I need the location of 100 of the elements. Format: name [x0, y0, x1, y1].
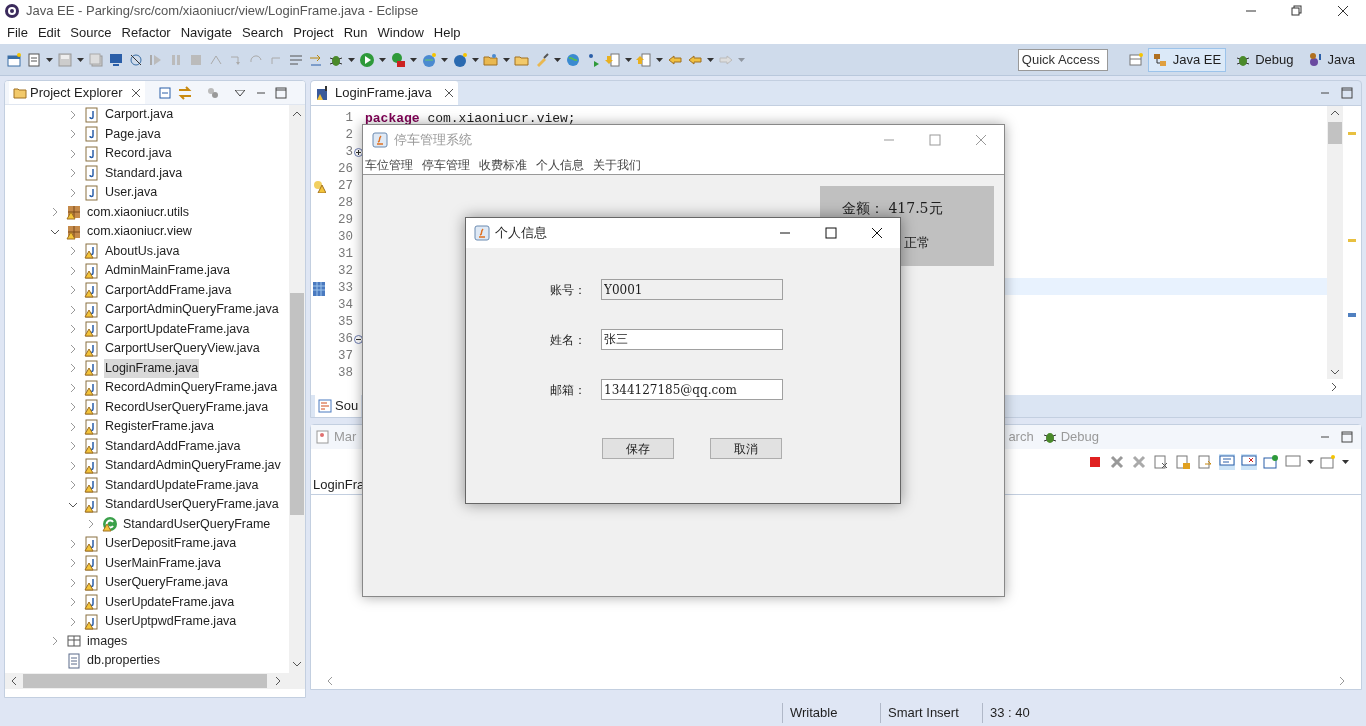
menu-item[interactable]: 车位管理	[365, 155, 413, 174]
scroll-up-icon[interactable]	[292, 109, 302, 119]
tree-item[interactable]: com.xiaoniucr.utils	[86, 202, 191, 222]
tree-item[interactable]: StandardUserQueryFrame.java	[104, 495, 280, 515]
tree-item[interactable]: CarportAdminQueryFrame.java	[104, 300, 280, 320]
remove-all-icon[interactable]	[1131, 454, 1147, 470]
perspective-button[interactable]: Java EE	[1147, 47, 1227, 72]
open-perspective-icon[interactable]	[1127, 51, 1144, 68]
scroll-right-icon[interactable]	[1329, 382, 1339, 392]
dropdown-arrow-icon[interactable]	[410, 57, 417, 62]
scroll-left-icon[interactable]	[9, 676, 19, 686]
close-icon[interactable]	[1335, 3, 1351, 19]
scrollbar-thumb[interactable]	[290, 293, 304, 515]
tree-item[interactable]: StandardUserQueryFrame	[122, 514, 272, 534]
tree-item[interactable]: StandardAdminQueryFrame.jav	[104, 456, 282, 476]
dropdown-arrow-icon[interactable]	[348, 57, 355, 62]
maximize-icon[interactable]	[1341, 87, 1353, 99]
scroll-up-icon[interactable]	[1330, 108, 1340, 118]
dropdown-arrow-icon[interactable]	[554, 57, 561, 62]
tree-item[interactable]: UserUpdateFrame.java	[104, 592, 236, 612]
link-editor-icon[interactable]	[177, 84, 194, 101]
menu-item[interactable]: 停车管理	[422, 155, 470, 174]
clear-console-icon[interactable]	[1153, 454, 1169, 470]
dropdown-arrow-icon[interactable]	[503, 57, 510, 62]
scrollbar-thumb[interactable]	[1328, 122, 1342, 144]
menu-item[interactable]: File	[2, 23, 33, 43]
scrollbar-thumb[interactable]	[23, 674, 267, 688]
dropdown-arrow-icon[interactable]	[1342, 460, 1349, 464]
dropdown-arrow-icon[interactable]	[46, 57, 53, 62]
terminate-icon[interactable]	[1087, 454, 1103, 470]
vertical-scrollbar[interactable]	[1327, 106, 1343, 379]
tree-item[interactable]: UserDepositFrame.java	[104, 534, 238, 554]
scroll-down-icon[interactable]	[292, 659, 302, 669]
tree-item[interactable]: Standard.java	[104, 163, 184, 183]
tree-item[interactable]: StandardAddFrame.java	[104, 436, 242, 456]
dropdown-arrow-icon[interactable]	[625, 57, 632, 62]
tree-item[interactable]: CarportUpdateFrame.java	[104, 319, 251, 339]
perspective-button[interactable]: Java	[1302, 47, 1360, 72]
scroll-left-icon[interactable]	[325, 676, 335, 686]
new-window-icon[interactable]	[6, 51, 22, 68]
tree-item[interactable]: CarportAddFrame.java	[104, 280, 233, 300]
dropdown-arrow-icon[interactable]	[77, 57, 84, 62]
perspective-button[interactable]: Debug	[1230, 47, 1299, 72]
text-field[interactable]: 1344127185@qq.com	[601, 379, 783, 400]
view-tab[interactable]: Project Explorer	[9, 81, 146, 104]
tree-item[interactable]: com.xiaoniucr.view	[86, 222, 193, 242]
dropdown-arrow-icon[interactable]	[656, 57, 663, 62]
menu-item[interactable]: 关于我们	[593, 155, 641, 174]
tree-item[interactable]: User.java	[104, 183, 159, 203]
dropdown-arrow-icon[interactable]	[472, 57, 479, 62]
tree-item[interactable]: LoginFrame.java	[104, 358, 200, 378]
menu-item[interactable]: 个人信息	[536, 155, 584, 174]
menu-item[interactable]: Help	[428, 23, 466, 43]
menu-item[interactable]: Project	[288, 23, 339, 43]
editor-tab[interactable]: LoginFrame.java	[311, 81, 458, 105]
dropdown-arrow-icon[interactable]	[1307, 460, 1314, 464]
horizontal-scrollbar[interactable]	[5, 673, 305, 689]
collapse-fold-icon[interactable]	[354, 335, 363, 344]
menu-item[interactable]: Navigate	[175, 23, 237, 43]
menu-item[interactable]: Refactor	[116, 23, 176, 43]
skip-breakpoints-icon[interactable]	[128, 51, 144, 68]
tree-item[interactable]: StandardUpdateFrame.java	[104, 475, 260, 495]
tree-item[interactable]: AdminMainFrame.java	[104, 261, 232, 281]
tree-item[interactable]: Carport.java	[104, 105, 175, 125]
tree-item[interactable]: UserQueryFrame.java	[104, 573, 229, 593]
text-field[interactable]: 张三	[601, 329, 783, 350]
quick-access-field[interactable]: Quick Access	[1017, 48, 1108, 71]
new-console-icon[interactable]	[1320, 454, 1336, 470]
maximize-icon[interactable]	[823, 225, 839, 241]
service-icon[interactable]	[452, 51, 468, 68]
vertical-scrollbar[interactable]	[289, 105, 305, 673]
tree-item[interactable]: UserMainFrame.java	[104, 553, 222, 573]
dialog-button[interactable]: 取消	[710, 438, 782, 459]
tree-item[interactable]: images	[86, 631, 129, 651]
tree-item[interactable]: AboutUs.java	[104, 241, 181, 261]
tree-item[interactable]: RegisterFrame.java	[104, 417, 216, 437]
tree-item[interactable]: RecordUserQueryFrame.java	[104, 397, 270, 417]
close-icon[interactable]	[131, 87, 142, 98]
run-icon[interactable]	[359, 51, 375, 68]
remove-icon[interactable]	[1109, 454, 1125, 470]
menu-item[interactable]: Run	[338, 23, 373, 43]
tree-item[interactable]: db.properties	[86, 651, 161, 671]
scroll-lock-icon[interactable]	[1175, 454, 1191, 470]
tree-item[interactable]: RecordAdminQueryFrame.java	[104, 378, 279, 398]
menu-item[interactable]: Search	[237, 23, 289, 43]
menu-item[interactable]: Edit	[32, 23, 66, 43]
menu-item[interactable]: Source	[65, 23, 117, 43]
source-tab[interactable]: Sou	[315, 395, 362, 417]
dropdown-arrow-icon[interactable]	[441, 57, 448, 62]
show-on-output-icon[interactable]	[1219, 454, 1235, 470]
dialog-button[interactable]: 保存	[602, 438, 674, 459]
collapse-all-icon[interactable]	[157, 84, 174, 101]
scroll-down-icon[interactable]	[1330, 367, 1340, 377]
tree-item[interactable]: Record.java	[104, 144, 173, 164]
dropdown-arrow-icon[interactable]	[707, 57, 714, 62]
pin-console-icon[interactable]	[1263, 454, 1279, 470]
menu-item[interactable]: 收费标准	[479, 155, 527, 174]
scroll-right-icon[interactable]	[273, 676, 283, 686]
maximize-icon[interactable]	[275, 86, 288, 99]
word-wrap-icon[interactable]	[1197, 454, 1213, 470]
